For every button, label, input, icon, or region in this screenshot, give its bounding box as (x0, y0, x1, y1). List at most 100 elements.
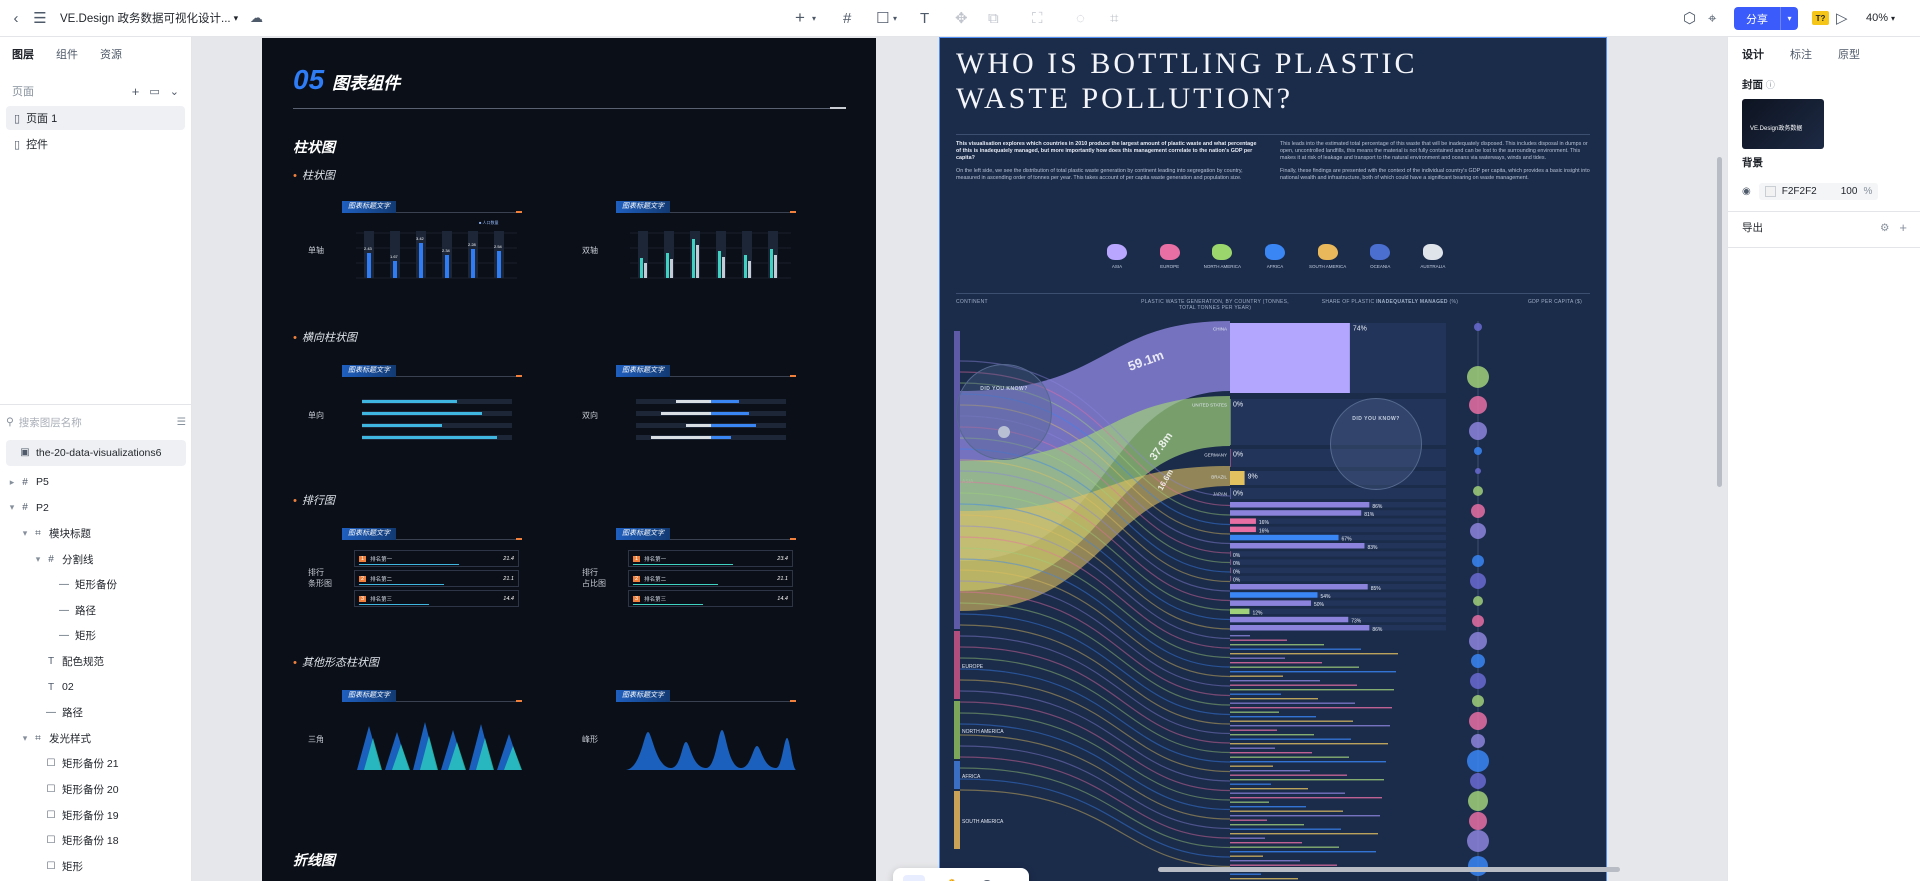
layer-item[interactable]: — 路径 (6, 700, 186, 726)
tab-assets[interactable]: 资源 (100, 46, 122, 62)
settings-icon[interactable]: ⚙ (1880, 222, 1889, 234)
card-title: 图表标题文字 (342, 201, 396, 213)
caret-icon[interactable]: ▾ (32, 554, 44, 565)
layer-search[interactable]: ⚲ 搜索图层名称 ☰ (6, 412, 186, 432)
caret-icon[interactable]: ▾ (19, 528, 31, 539)
caret-icon[interactable]: ▸ (6, 477, 18, 488)
artboard-chart-components[interactable]: 05 图表组件 柱状图 • 柱状图 • 横向柱状图 • 排行图 • 其他形态柱状图 折线… (262, 38, 876, 881)
add-icon[interactable]: + (795, 7, 805, 29)
cloud-icon[interactable]: ☁ (250, 7, 263, 29)
layer-item[interactable]: ▾ # 分割线 (6, 546, 186, 572)
ai-badge[interactable]: T? (1812, 11, 1829, 25)
layer-item[interactable]: ▾ ⌗ 模块标题 (6, 521, 186, 547)
layer-item[interactable]: ▾ # P2 (6, 495, 186, 521)
location-icon[interactable]: ⌖ (1708, 7, 1716, 29)
layer-item[interactable]: ☐ 矩形备份 19 (6, 802, 186, 828)
bar-track (1230, 567, 1446, 574)
bar-fill-small (1230, 639, 1287, 641)
menu-icon[interactable]: ☰ (32, 7, 48, 29)
layer-item[interactable]: T 02 (6, 674, 186, 700)
rank-number: 1 (633, 555, 641, 562)
add-page-icon[interactable]: + (132, 84, 140, 99)
chart-card-peak-bar[interactable]: 图表标题文字 (616, 690, 796, 780)
share-button[interactable]: 分享 (1734, 7, 1780, 30)
page-icon: ▯ (14, 138, 21, 151)
zoom-dropdown[interactable]: 40% ▾ (1866, 7, 1895, 29)
caret-icon[interactable]: ▾ (19, 733, 31, 744)
back-icon[interactable]: ‹ (8, 7, 24, 29)
layer-item[interactable]: — 矩形 (6, 623, 186, 649)
page-item[interactable]: ▯ 控件 (6, 132, 185, 156)
caret-icon[interactable]: ▾ (6, 502, 18, 513)
crop-icon[interactable]: ⌗ (1110, 7, 1118, 29)
layer-name: 模块标题 (49, 528, 91, 541)
layer-item[interactable]: ☐ 矩形 (6, 854, 186, 880)
tab-components[interactable]: 组件 (56, 46, 78, 62)
artboard-infographic[interactable]: WHO IS BOTTLING PLASTIC WASTE POLLUTION?… (939, 37, 1607, 881)
vertical-scrollbar[interactable] (1717, 157, 1722, 487)
chart-card-vertical-bar[interactable]: 图表标题文字 2.43 1.67 3.42 2.34 2.28 2.54 ■ 人口数量 (342, 201, 522, 291)
tab-design[interactable]: 设计 (1742, 46, 1764, 62)
chart-card-triangle-bar[interactable]: 图表标题文字 (342, 690, 522, 780)
canvas[interactable]: 05 图表组件 柱状图 • 柱状图 • 横向柱状图 • 排行图 • 其他形态柱状图 折线… (192, 37, 1727, 881)
chevron-down-icon[interactable]: ▾ (812, 7, 816, 29)
chart-card-dual-axis-bar[interactable]: 图表标题文字 (616, 201, 796, 291)
gdp-bubble (1470, 523, 1486, 539)
bar-value: 74% (1353, 326, 1367, 333)
layer-item[interactable]: — 路径 (6, 598, 186, 624)
cover-thumbnail[interactable]: VE.Design政务数据 (1742, 99, 1824, 149)
eye-icon[interactable]: ◉ (1742, 186, 1751, 197)
peak-chart-graphic (626, 730, 796, 770)
frame-icon[interactable]: # (843, 7, 851, 29)
chart-card-horizontal-bar[interactable]: 图表标题文字 (342, 365, 522, 455)
layer-item[interactable]: T 配色规范 (6, 649, 186, 675)
page-item[interactable]: ▯ 页面 1 (6, 106, 185, 130)
continent-label: SOUTH AMERICA (1308, 264, 1347, 269)
horizontal-scrollbar[interactable] (1158, 867, 1620, 872)
chart-card-ranking-share[interactable]: 图表标题文字 1 排名第一 23.4 2 排名第二 21.1 3 排名第三 14.4 (616, 528, 796, 610)
plugin-icon[interactable]: ⬡ (1683, 7, 1696, 29)
color-field[interactable]: F2F2F2 100 % (1758, 183, 1879, 200)
boolean-icon[interactable]: ⧉ (988, 7, 999, 29)
file-title[interactable]: VE.Design 政务数据可视化设计... ▾ (60, 7, 238, 29)
tab-layers[interactable]: 图层 (12, 46, 34, 62)
layer-item[interactable]: — 矩形备份 (6, 572, 186, 598)
bar-fill-small (1230, 747, 1275, 749)
bar-fill-small (1230, 828, 1341, 830)
tab-annotation[interactable]: 标注 (1790, 46, 1812, 62)
layer-item[interactable]: ▾ ⌗ 发光样式 (6, 726, 186, 752)
layer-item[interactable]: ☐ 矩形备份 21 (6, 751, 186, 777)
tab-prototype[interactable]: 原型 (1838, 46, 1860, 62)
info-icon[interactable]: ⓘ (1766, 80, 1775, 90)
layer-item[interactable]: ☐ 矩形备份 20 (6, 777, 186, 803)
add-export-icon[interactable]: + (1899, 220, 1907, 235)
layer-list: ▣ the-20-data-visualizations6 ▸ # P5 ▾ # P2 ▾ ⌗ 模块… (6, 440, 186, 879)
rectangle-icon[interactable]: ☐ (876, 7, 889, 29)
gdp-bubble (1471, 654, 1485, 668)
collapse-icon[interactable]: ⌄ (170, 85, 179, 98)
bar-value: 73% (1351, 619, 1362, 625)
share-options-icon[interactable]: ▾ (1780, 7, 1798, 30)
rectangle-icon: ☐ (46, 809, 56, 821)
ranking-item: 3 排名第三 14.4 (354, 590, 519, 607)
layer-item[interactable]: ▸ # P5 (6, 470, 186, 496)
chart-card-bidirectional-bar[interactable]: 图表标题文字 (616, 365, 796, 455)
title-line: WASTE POLLUTION? (956, 82, 1294, 115)
style-icon[interactable]: ◌ (1076, 7, 1085, 29)
layer-item[interactable]: ☐ 矩形备份 18 (6, 828, 186, 854)
layer-item[interactable]: ▣ the-20-data-visualizations6 (6, 440, 186, 466)
filter-icon[interactable]: ☰ (177, 416, 186, 428)
component-icon[interactable]: ✥ (955, 7, 968, 29)
bar-value: 0% (1233, 561, 1241, 567)
chevron-down-icon[interactable]: ▾ (893, 7, 897, 29)
bar-fill-small (1230, 734, 1314, 736)
text-tool-icon[interactable]: T (920, 7, 929, 29)
cursor-icon[interactable]: ➤ (902, 875, 925, 881)
chart-card-ranking-bar[interactable]: 图表标题文字 1 排名第一 21.4 2 排名第二 21.1 3 排名第三 14.4 (342, 528, 522, 610)
bar-value: 0% (1233, 452, 1243, 459)
search-input[interactable]: 搜索图层名称 (19, 415, 172, 430)
play-icon[interactable]: ▷ (1836, 7, 1848, 29)
folder-icon[interactable]: ▭ (149, 85, 159, 98)
bar-fill-small (1230, 671, 1396, 673)
mask-icon[interactable]: ⛶ (1032, 7, 1043, 29)
